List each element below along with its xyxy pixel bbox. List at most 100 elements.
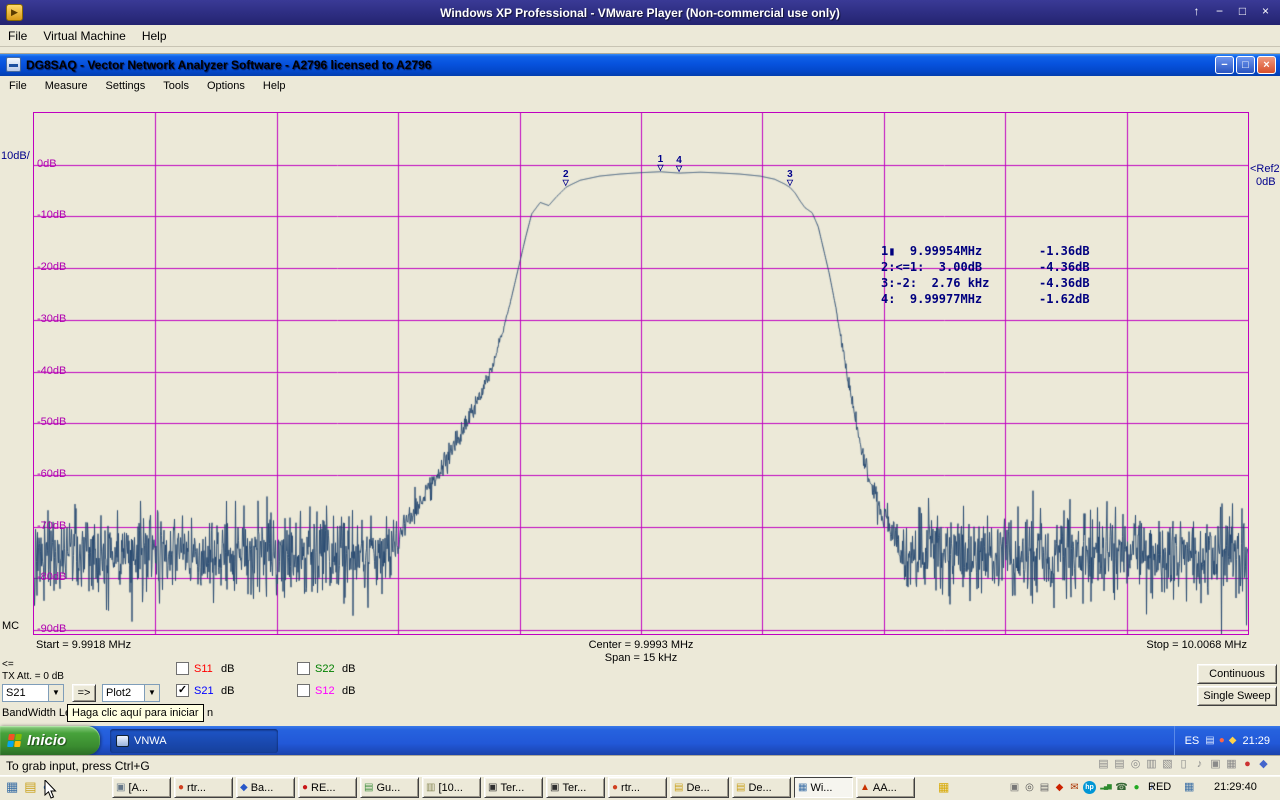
app-icon: ▣: [488, 782, 497, 793]
taskbar-app-6[interactable]: ▣Ter...: [484, 777, 543, 798]
checkbox-box[interactable]: [297, 684, 310, 697]
vnwa-menu-file[interactable]: File: [0, 78, 36, 94]
keyboard-layout-icon[interactable]: ▤: [1205, 735, 1214, 746]
vmware-icon[interactable]: ◆: [1257, 757, 1270, 770]
search-icon[interactable]: ◎: [1023, 781, 1036, 794]
single-sweep-button[interactable]: Single Sweep: [1197, 686, 1277, 706]
app-window-icon[interactable]: ▣: [1008, 781, 1021, 794]
wifi-signal-icon[interactable]: ▂▄▆: [1098, 781, 1113, 794]
minimize-icon[interactable]: −: [1211, 3, 1228, 20]
sparam-select-value: S21: [3, 687, 48, 699]
plot-marker-4[interactable]: 4▽: [676, 156, 682, 173]
start-button[interactable]: Inicio: [0, 726, 100, 755]
vnwa-menu-measure[interactable]: Measure: [36, 78, 97, 94]
folder-icon[interactable]: ▤: [24, 779, 36, 795]
checkbox-box[interactable]: [297, 662, 310, 675]
taskbar-app-2[interactable]: ◆Ba...: [236, 777, 295, 798]
maximize-icon[interactable]: □: [1236, 56, 1255, 74]
checkbox-label: S11: [194, 663, 221, 675]
marker-readout-text: 4: 9.99977MHz: [881, 292, 1039, 308]
vmware-menu-help[interactable]: Help: [134, 26, 175, 46]
floppy-icon[interactable]: ▥: [1145, 757, 1158, 770]
taskbar-app-label: Ter...: [562, 782, 586, 794]
checkbox-unit-label: dB: [221, 685, 234, 697]
checkbox-box[interactable]: [176, 662, 189, 675]
plot-marker-3[interactable]: 3▽: [787, 170, 793, 187]
security-icon[interactable]: ◆: [1229, 735, 1237, 746]
plot-select[interactable]: Plot2 ▼: [102, 684, 160, 702]
mail-icon[interactable]: ✉: [1068, 781, 1081, 794]
marker-readout-row: 1▮ 9.99954MHz-1.36dB: [881, 244, 1090, 260]
phone-icon[interactable]: ☎: [1115, 781, 1128, 794]
vnwa-menu-options[interactable]: Options: [198, 78, 254, 94]
harddisk2-icon[interactable]: ▤: [1113, 757, 1126, 770]
close-icon[interactable]: ×: [1257, 3, 1274, 20]
taskbar-app-4[interactable]: ▤Gu...: [360, 777, 419, 798]
app-icon: ●: [612, 782, 618, 793]
screen: ▶ Windows XP Professional - VMware Playe…: [0, 0, 1280, 800]
plot-select-value: Plot2: [103, 687, 144, 699]
network-adapter-icon[interactable]: ▧: [1161, 757, 1174, 770]
taskbar-app-5[interactable]: ▥[10...: [422, 777, 481, 798]
minimize-icon[interactable]: −: [1215, 56, 1234, 74]
taskbar-app-12[interactable]: ▲AA...: [856, 777, 915, 798]
checkbox-box[interactable]: ✓: [176, 684, 189, 697]
plot-marker-1[interactable]: 1▽: [657, 155, 663, 172]
taskbar-app-11[interactable]: ▦Wi...: [794, 777, 853, 798]
taskbar-app-8[interactable]: ●rtr...: [608, 777, 667, 798]
taskbar-app-7[interactable]: ▣Ter...: [546, 777, 605, 798]
taskbar-app-3[interactable]: ●RE...: [298, 777, 357, 798]
usb-icon[interactable]: ▯: [1177, 757, 1190, 770]
unity-icon[interactable]: ↑: [1188, 3, 1205, 20]
vnwa-menu-settings[interactable]: Settings: [97, 78, 155, 94]
language-indicator[interactable]: ES: [1185, 735, 1200, 747]
checkbox-s12[interactable]: S12dB: [297, 683, 355, 698]
vmware-menu-file[interactable]: File: [0, 26, 35, 46]
display-icon[interactable]: ▦: [1225, 757, 1238, 770]
maximize-icon[interactable]: □: [1234, 3, 1251, 20]
cdrom-icon[interactable]: ◎: [1129, 757, 1142, 770]
stop-frequency-label: Stop = 10.0068 MHz: [1100, 639, 1247, 651]
record-icon[interactable]: ●: [1241, 758, 1254, 770]
windows-flag-icon: [7, 734, 22, 747]
chevron-down-icon[interactable]: ▼: [48, 685, 63, 701]
continuous-sweep-button[interactable]: Continuous: [1197, 664, 1277, 684]
marker-readout-value: -4.36dB: [1039, 260, 1090, 276]
network-name-label: RED: [1148, 781, 1171, 793]
show-desktop-icon[interactable]: ▦: [6, 779, 18, 795]
assign-plot-button[interactable]: =>: [72, 684, 96, 702]
chevron-down-icon[interactable]: ▼: [144, 685, 159, 701]
vnwa-menu-tools[interactable]: Tools: [154, 78, 198, 94]
hp-icon[interactable]: hp: [1083, 781, 1096, 794]
printer-icon[interactable]: ▤: [1038, 781, 1051, 794]
taskbar-app-10[interactable]: ▤De...: [732, 777, 791, 798]
antivirus-icon[interactable]: ◆: [1053, 781, 1066, 794]
sound-icon[interactable]: ♪: [1193, 758, 1206, 770]
app-icon: ▣: [116, 782, 125, 793]
taskbar-button-label: VNWA: [134, 735, 167, 747]
windows-flag-quadrant: [8, 734, 15, 740]
tx-attenuation-label: TX Att. = 0 dB: [2, 671, 64, 682]
status-icon[interactable]: ●: [1130, 781, 1143, 794]
checkbox-s22[interactable]: S22dB: [297, 661, 355, 676]
vmware-statusbar: To grab input, press Ctrl+G: [0, 755, 1280, 775]
plot-marker-2[interactable]: 2▽: [563, 170, 569, 187]
notifier-icon[interactable]: ▦: [938, 780, 949, 794]
vmware-menu-virtual-machine[interactable]: Virtual Machine: [35, 26, 134, 46]
marker-readout-value: -4.36dB: [1039, 276, 1090, 292]
harddisk-icon[interactable]: ▤: [1097, 757, 1110, 770]
taskbar-app-0[interactable]: ▣[A...: [112, 777, 171, 798]
checkbox-s21[interactable]: ✓S21dB: [176, 683, 234, 698]
vnwa-menu-help[interactable]: Help: [254, 78, 295, 94]
close-icon[interactable]: ×: [1257, 56, 1276, 74]
sparam-select[interactable]: S21 ▼: [2, 684, 64, 702]
marker-readout-text: 1▮ 9.99954MHz: [881, 244, 1039, 260]
taskbar-button-vnwa[interactable]: VNWA: [110, 729, 278, 753]
taskbar-app-1[interactable]: ●rtr...: [174, 777, 233, 798]
network-icon[interactable]: ▦: [1184, 780, 1194, 793]
taskbar-app-9[interactable]: ▤De...: [670, 777, 729, 798]
plot-area[interactable]: 0dB-10dB-20dB-30dB-40dB-50dB-60dB-70dB-8…: [33, 112, 1249, 635]
serial-icon[interactable]: ▣: [1209, 757, 1222, 770]
update-icon[interactable]: ●: [1219, 735, 1225, 746]
checkbox-s11[interactable]: S11dB: [176, 661, 234, 676]
